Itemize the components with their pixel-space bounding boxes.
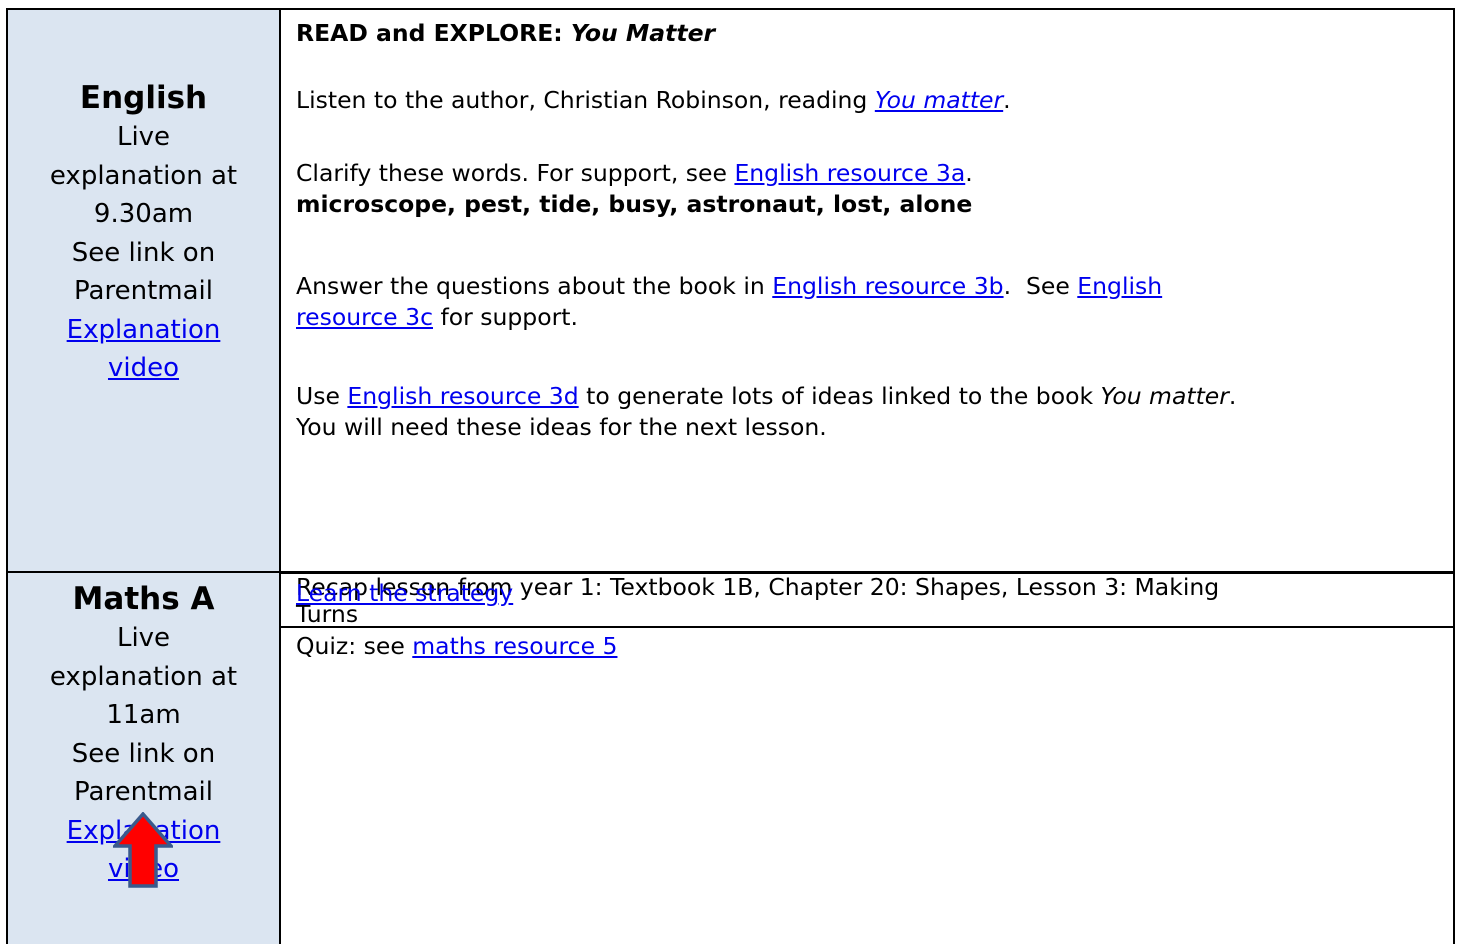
- red-up-arrow-icon: [113, 812, 173, 888]
- answer-mid: . See: [1003, 272, 1078, 300]
- english-resource-3c-link-part-1[interactable]: English: [1077, 272, 1162, 300]
- outer-left-border: [6, 8, 8, 944]
- answer-prefix: Answer the questions about the book in: [296, 272, 773, 300]
- use-mid: to generate lots of ideas linked to the …: [578, 382, 1101, 410]
- maths-live-line-3: 11am: [106, 700, 181, 730]
- english-live-line-2: explanation at: [49, 160, 238, 191]
- you-matter-link[interactable]: You matter: [875, 86, 1003, 114]
- english-clarify-text: Clarify these words. For support, see En…: [296, 158, 1453, 189]
- english-heading-prefix: READ and EXPLORE:: [296, 19, 571, 47]
- maths-resource-5-link[interactable]: maths resource 5: [412, 632, 617, 660]
- english-subject-cell: English Live explanation at 9.30am See l…: [8, 10, 279, 571]
- english-resource-3c-link-part-2[interactable]: resource 3c: [296, 303, 433, 331]
- english-explanation-video-link[interactable]: Explanation video: [8, 311, 279, 388]
- column-divider: [279, 8, 281, 944]
- maths-live-line-2: explanation at: [49, 661, 238, 692]
- listen-suffix: .: [1003, 86, 1011, 114]
- english-answer-text: Answer the questions about the book in E…: [296, 271, 1453, 333]
- english-vocab-words: microscope, pest, tide, busy, astronaut,…: [296, 190, 973, 218]
- learn-the-strategy-link[interactable]: Learn the strategy: [296, 579, 513, 607]
- clarify-prefix: Clarify these words. For support, see: [296, 159, 735, 187]
- english-use-text: Use English resource 3d to generate lots…: [296, 381, 1453, 443]
- maths-live-line-5: Parentmail: [74, 777, 213, 807]
- clarify-suffix: .: [965, 159, 973, 187]
- listen-prefix: Listen to the author, Christian Robinson…: [296, 86, 875, 114]
- use-book-title: You matter: [1100, 382, 1229, 410]
- english-live-line-5: Parentmail: [74, 276, 213, 306]
- maths-live-line-4: See link on: [71, 738, 216, 769]
- answer-suffix: for support.: [432, 303, 578, 331]
- learn-strategy-link-container: Learn the strategy: [296, 578, 513, 609]
- maths-quiz-text: Quiz: see maths resource 5: [296, 631, 617, 662]
- english-live-line-4: See link on: [71, 237, 216, 268]
- english-resource-3d-link[interactable]: English resource 3d: [347, 382, 578, 410]
- maths-inner-divider-2: [281, 626, 1453, 628]
- english-live-line-1: Live: [116, 122, 171, 152]
- english-listen-text: Listen to the author, Christian Robinson…: [296, 85, 1453, 116]
- english-content-cell: READ and EXPLORE: You Matter Listen to t…: [281, 10, 1453, 571]
- english-video-link-line-1[interactable]: Explanation: [67, 315, 221, 345]
- maths-inner-divider-1: [281, 573, 1453, 574]
- top-border: [6, 8, 1455, 10]
- english-heading-title: You Matter: [570, 19, 716, 47]
- use-prefix: Use: [296, 382, 348, 410]
- outer-right-border: [1453, 8, 1455, 944]
- maths-subject-title: Maths A: [72, 581, 215, 617]
- english-live-line-3: 9.30am: [93, 199, 194, 229]
- english-heading: READ and EXPLORE: You Matter: [296, 18, 1453, 49]
- use-suffix: .: [1228, 382, 1237, 410]
- maths-live-line-1: Live: [116, 623, 171, 653]
- english-resource-3b-link[interactable]: English resource 3b: [772, 272, 1003, 300]
- english-subject-title: English: [79, 80, 208, 116]
- use-line-2: You will need these ideas for the next l…: [296, 413, 827, 441]
- english-resource-3a-link[interactable]: English resource 3a: [734, 159, 965, 187]
- quiz-prefix: Quiz: see: [296, 632, 413, 660]
- english-video-link-line-2[interactable]: video: [108, 353, 179, 383]
- maths-subject-cell: Maths A Live explanation at 11am See lin…: [8, 573, 279, 944]
